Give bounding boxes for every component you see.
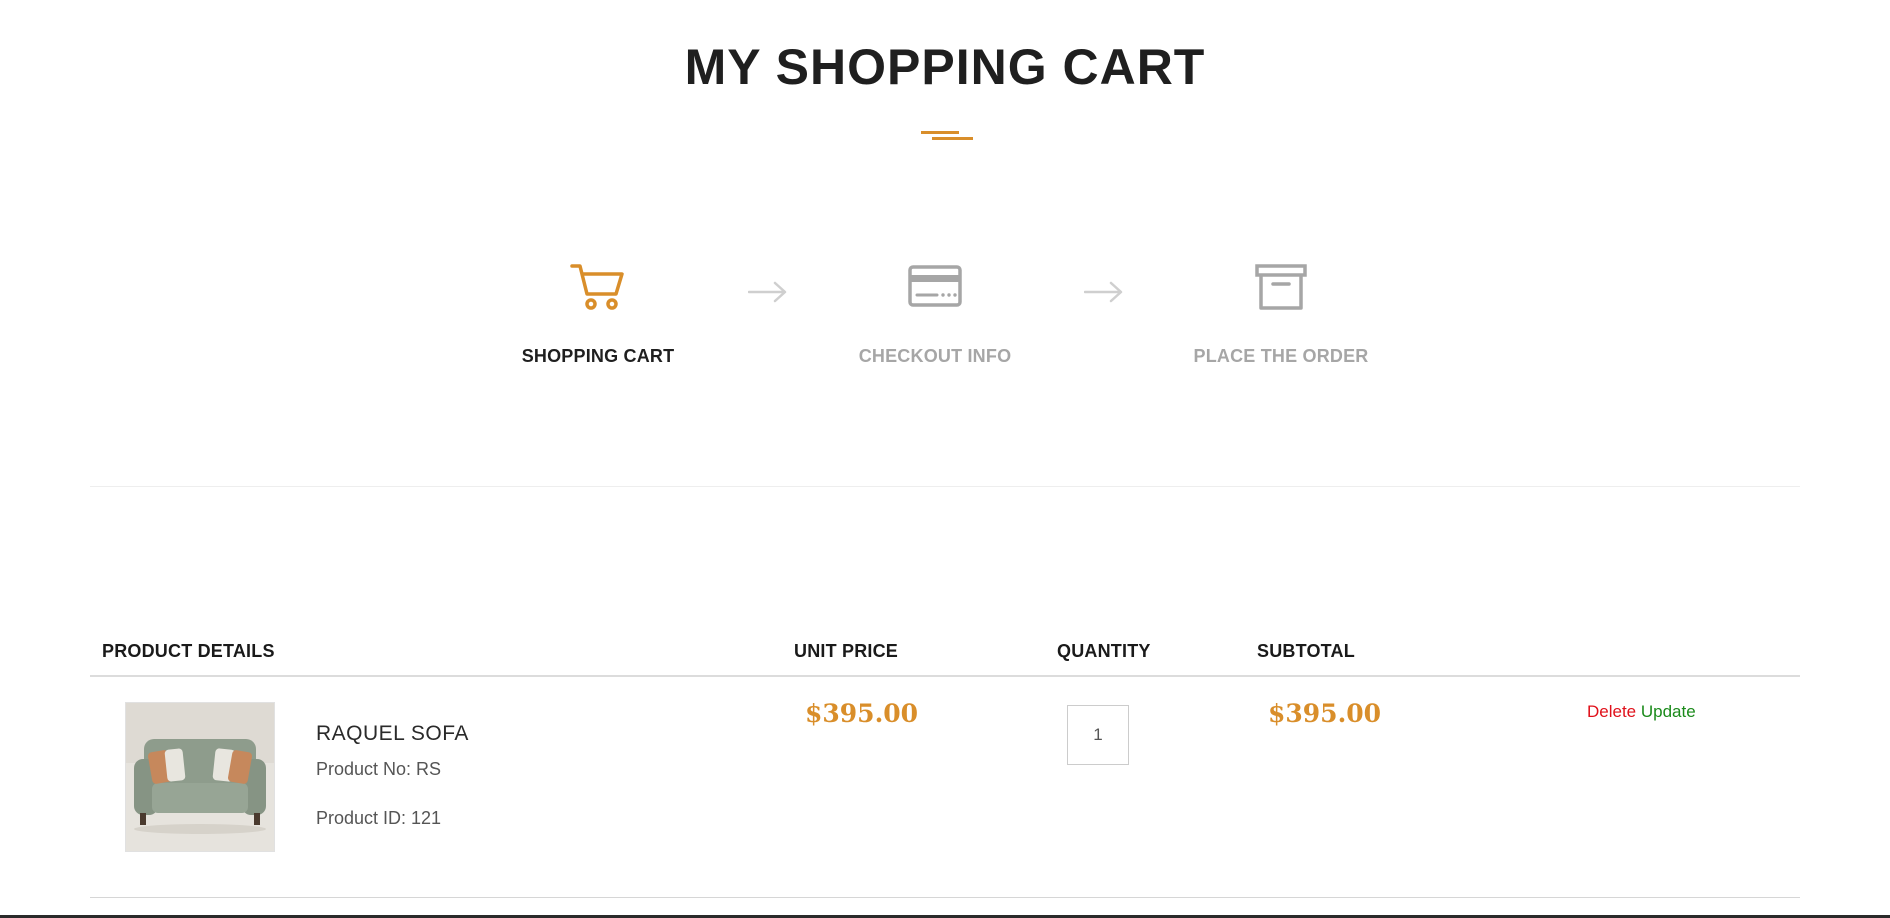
step-checkout-info: CHECKOUT INFO: [805, 262, 1065, 367]
header-quantity: QUANTITY: [1057, 641, 1151, 661]
credit-card-icon: [907, 262, 963, 312]
arrow-right-icon: [1083, 280, 1124, 304]
product-image[interactable]: [125, 702, 275, 852]
header-subtotal: SUBTOTAL: [1257, 641, 1355, 661]
row-actions: Delete Update: [1587, 702, 1696, 722]
step-label: PLACE THE ORDER: [1193, 346, 1369, 366]
update-link[interactable]: Update: [1641, 702, 1696, 721]
header-unit-price: UNIT PRICE: [794, 641, 899, 661]
unit-price: $395.00: [805, 699, 919, 728]
header-product-details: PRODUCT DETAILS: [102, 641, 275, 661]
archive-box-icon: [1253, 262, 1309, 312]
product-id: Product ID: 121: [316, 808, 442, 828]
title-decoration: [921, 131, 973, 141]
quantity-input[interactable]: [1067, 705, 1129, 765]
table-bottom-divider: [90, 897, 1800, 898]
section-divider: [90, 486, 1800, 487]
step-shopping-cart: SHOPPING CART: [468, 262, 728, 367]
shopping-cart-page: MY SHOPPING CART SHOPPING CART CHECKOUT …: [0, 0, 1890, 918]
step-label: SHOPPING CART: [521, 346, 675, 366]
product-name[interactable]: RAQUEL SOFA: [316, 722, 469, 746]
step-place-order: PLACE THE ORDER: [1151, 262, 1411, 367]
cart-icon: [570, 262, 626, 312]
delete-link[interactable]: Delete: [1587, 702, 1636, 721]
arrow-right-icon: [747, 280, 788, 304]
page-title: MY SHOPPING CART: [684, 39, 1206, 95]
step-label: CHECKOUT INFO: [858, 346, 1012, 366]
subtotal: $395.00: [1268, 699, 1382, 728]
product-number: Product No: RS: [316, 759, 442, 779]
table-header-divider: [90, 675, 1800, 677]
